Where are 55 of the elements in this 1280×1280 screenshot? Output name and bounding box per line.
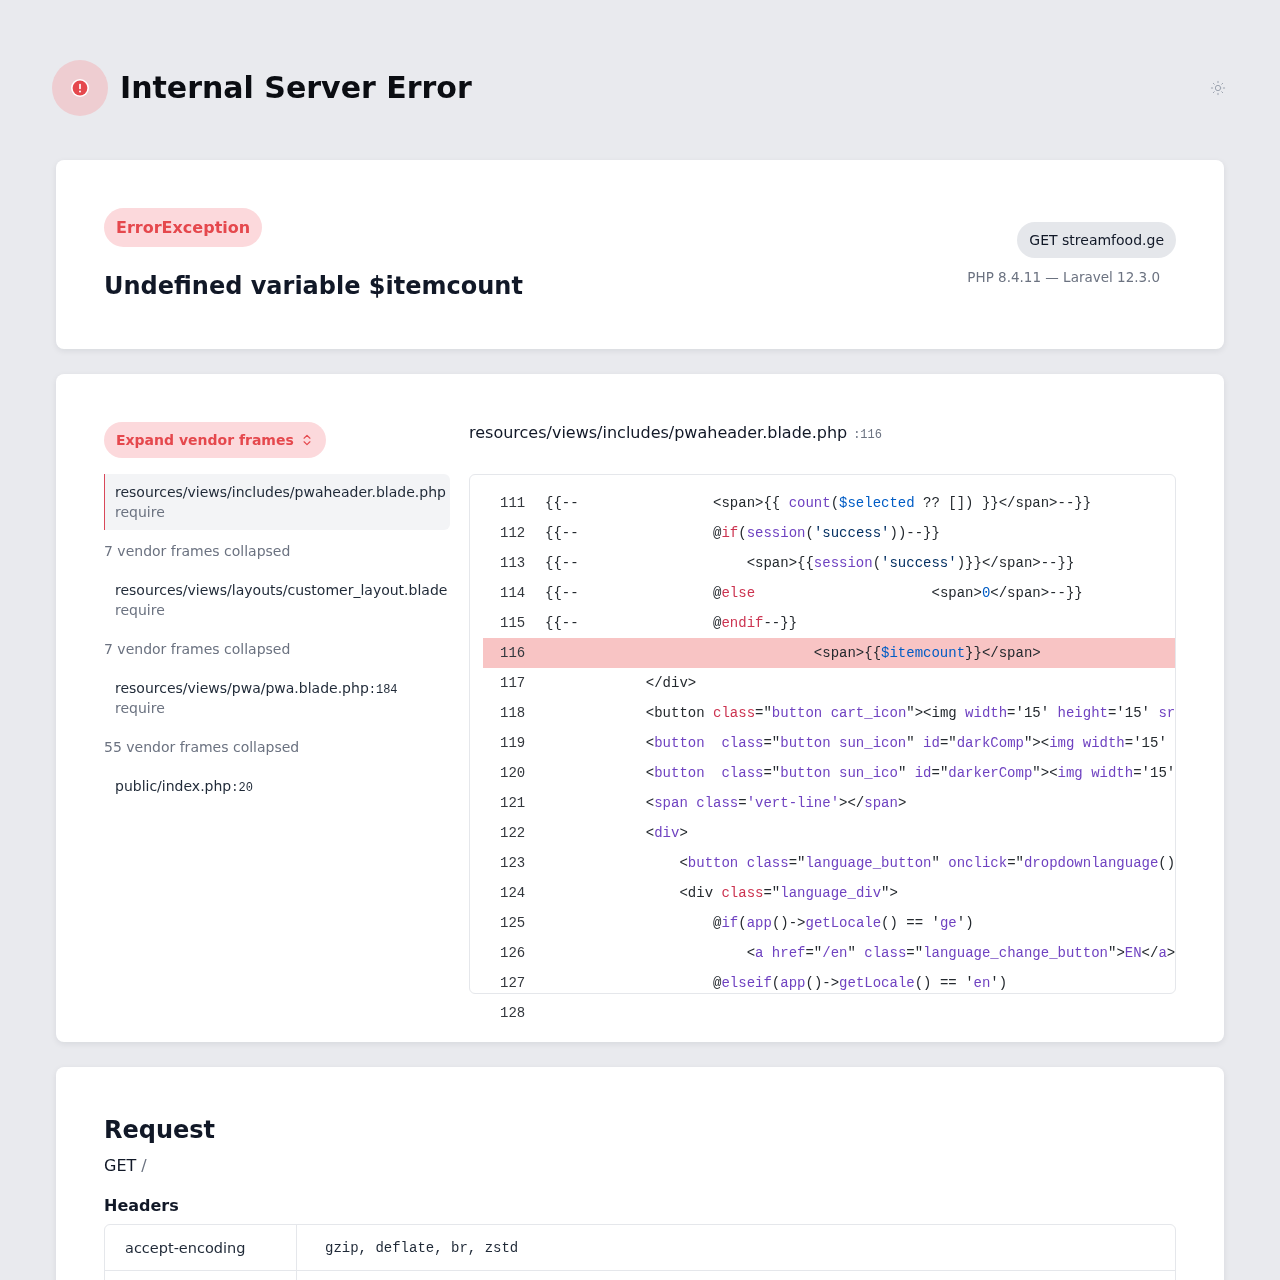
code-line: {{-- @endif--}} [545, 615, 798, 631]
code-line: <button class="button sun_ico" id="darkerComp"><img width='15' [644, 765, 1175, 781]
header-name: accept-encoding [125, 1239, 246, 1256]
line-number: 128 [500, 1005, 526, 1021]
exception-message: Undefined variable $itemcount [104, 271, 523, 301]
line-number: 116 [500, 645, 526, 661]
line-number: 121 [500, 795, 526, 811]
stack-frame[interactable]: resources/views/layouts/customer_layout.blade require [104, 572, 450, 628]
code-line: <div> [644, 825, 688, 841]
request-pill: GET streamfood.ge [1017, 222, 1176, 258]
code-line: {{-- <span>{{session('success')}}</span>--}} [545, 555, 1075, 571]
collapsed-frames-label: 55 vendor frames collapsed [104, 738, 301, 757]
code-line: <div class="language_div"> [678, 885, 898, 901]
headers-title: Headers [104, 1196, 179, 1216]
code-line: <button class="button cart_icon"><img width='15' height='15' sr [644, 705, 1175, 721]
collapsed-frames-label: 7 vendor frames collapsed [104, 542, 292, 561]
line-number: 118 [500, 705, 526, 721]
sun-icon[interactable] [1210, 80, 1226, 96]
header-value: gzip, deflate, br, zstd [325, 1239, 519, 1256]
code-line: {{-- <span>{{ count($selected ?? []) }}</span>--}} [545, 495, 1092, 511]
line-number: 119 [500, 735, 526, 751]
request-path: / [141, 1156, 147, 1176]
code-line: <span>{{$itemcount}}</span> [812, 645, 1041, 661]
stack-frame[interactable]: resources/views/includes/pwaheader.blade.php require [104, 474, 450, 530]
code-line: <span class='vert-line'></span> [644, 795, 907, 811]
request-method: GET [104, 1156, 137, 1176]
line-number: 120 [500, 765, 526, 781]
line-number: 114 [500, 585, 526, 601]
line-number: 127 [500, 975, 526, 991]
code-line: </div> [644, 675, 697, 691]
version-text: PHP 8.4.11 — Laravel 12.3.0 [967, 268, 1160, 287]
code-line-reference: :116 [853, 428, 882, 442]
line-number: 112 [500, 525, 526, 541]
code-line: @elseif(app()->getLocale() == 'en') [712, 975, 1008, 991]
code-line: <button class="button sun_icon" id="darkComp"><img width='15' [644, 735, 1167, 751]
request-title: Request [104, 1115, 216, 1145]
line-number: 117 [500, 675, 526, 691]
line-number: 124 [500, 885, 526, 901]
code-line: {{-- @else <span>0</span>--}} [545, 585, 1083, 601]
line-number: 123 [500, 855, 526, 871]
code-line: @if(app()->getLocale() == 'ge') [712, 915, 974, 931]
line-number: 125 [500, 915, 526, 931]
line-number: 122 [500, 825, 526, 841]
line-number: 111 [500, 495, 526, 511]
collapsed-frames-label: 7 vendor frames collapsed [104, 640, 292, 659]
line-number: 113 [500, 555, 526, 571]
code-line: <button class="language_button" onclick="dropdownlanguage() [678, 855, 1175, 871]
code-line: {{-- @if(session('success'))--}} [545, 525, 940, 541]
code-line: <a href="/en" class="language_change_button">EN</a> [745, 945, 1175, 961]
exception-type-badge: ErrorException [104, 208, 263, 247]
line-number: 115 [500, 615, 526, 631]
line-number: 126 [500, 945, 526, 961]
page-title: Internal Server Error [120, 70, 473, 106]
error-icon [52, 60, 108, 116]
code-file-path: resources/views/includes/pwaheader.blade.php [469, 422, 848, 444]
